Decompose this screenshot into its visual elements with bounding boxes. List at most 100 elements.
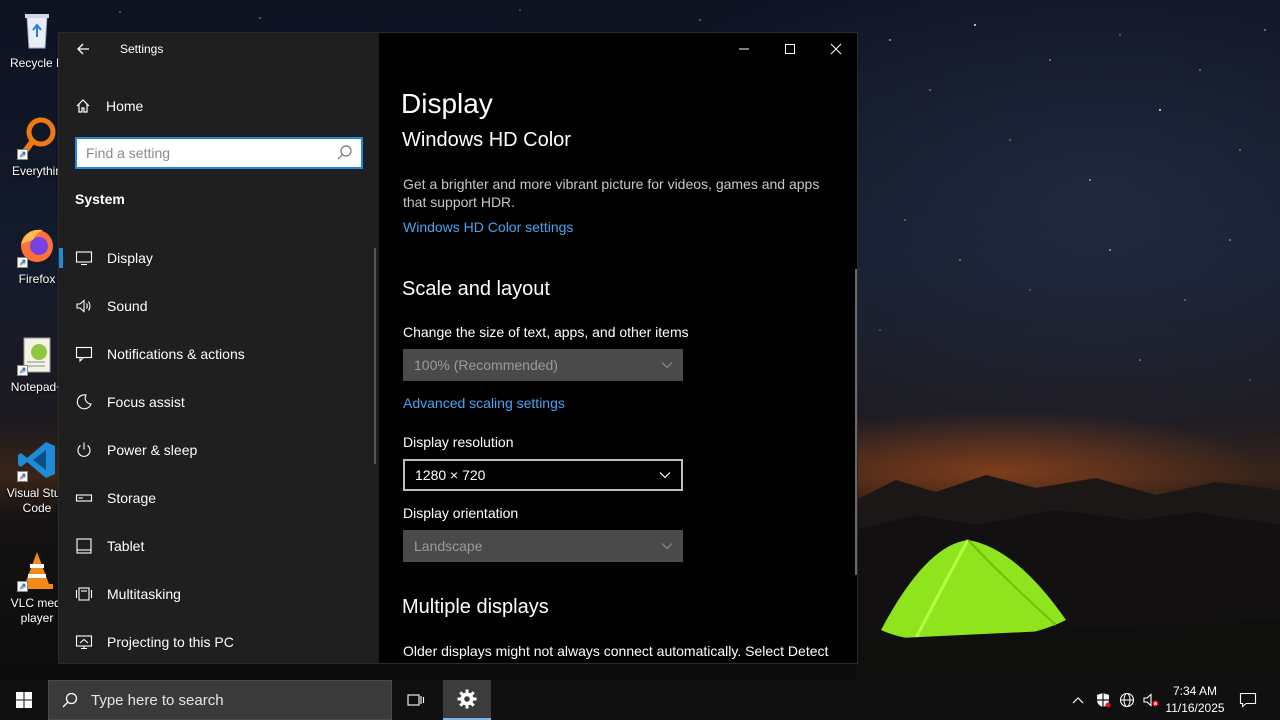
shortcut-arrow-icon: ↗ — [17, 149, 28, 160]
mountain-silhouette — [856, 475, 1280, 680]
sound-icon — [76, 299, 91, 313]
hdr-heading: Windows HD Color — [402, 129, 571, 151]
network-globe-icon — [1119, 692, 1135, 708]
settings-window: Settings Home System Display Sound Notif… — [58, 32, 858, 664]
search-icon — [62, 692, 78, 708]
orientation-value: Landscape — [414, 538, 483, 554]
start-button[interactable] — [0, 680, 48, 720]
taskbar: Type here to search 7:34 AM 11/16/2025 — [0, 680, 1280, 720]
search-input[interactable] — [77, 145, 333, 161]
sidebar-item-focus-assist[interactable]: Focus assist — [59, 378, 377, 426]
window-title: Settings — [120, 42, 164, 56]
sidebar-item-label: Display — [107, 250, 153, 266]
sidebar-item-label: Multitasking — [107, 586, 181, 602]
focus-assist-icon — [76, 394, 92, 410]
taskbar-search-placeholder: Type here to search — [91, 691, 224, 709]
power-icon — [77, 442, 91, 457]
content-scrollbar[interactable] — [855, 269, 857, 575]
title-bar[interactable]: Settings — [59, 33, 379, 65]
maximize-icon — [785, 44, 795, 54]
taskbar-search[interactable]: Type here to search — [48, 680, 392, 720]
orientation-dropdown[interactable]: Landscape — [403, 530, 683, 562]
shortcut-arrow-icon: ↗ — [17, 581, 28, 592]
sidebar-item-projecting[interactable]: Projecting to this PC — [59, 618, 377, 663]
hdr-description: Get a brighter and more vibrant picture … — [403, 176, 820, 210]
multiple-displays-heading: Multiple displays — [402, 596, 549, 618]
sidebar-item-label: Sound — [107, 298, 148, 314]
shortcut-arrow-icon: ↗ — [17, 365, 28, 376]
tray-security-button[interactable] — [1093, 690, 1113, 710]
search-icon[interactable] — [333, 141, 357, 165]
sidebar-nav: Display Sound Notifications & actions Fo… — [59, 234, 377, 663]
vscode-icon: ↗ — [15, 438, 59, 482]
back-button[interactable] — [71, 39, 95, 59]
storage-icon — [75, 494, 93, 502]
sidebar-item-sound[interactable]: Sound — [59, 282, 377, 330]
sidebar-item-label: Tablet — [107, 538, 145, 554]
orientation-label: Display orientation — [403, 505, 519, 521]
sidebar-item-label: Projecting to this PC — [107, 634, 234, 650]
gear-icon — [457, 689, 477, 709]
chevron-down-icon — [661, 543, 673, 550]
chevron-down-icon — [659, 472, 671, 479]
taskbar-clock[interactable]: 7:34 AM 11/16/2025 — [1160, 683, 1230, 717]
sidebar-item-storage[interactable]: Storage — [59, 474, 377, 522]
shield-icon — [1097, 693, 1111, 708]
caption-buttons — [721, 33, 857, 65]
maximize-button[interactable] — [767, 33, 813, 65]
home-icon — [76, 99, 90, 113]
clock-date: 11/16/2025 — [1165, 701, 1225, 715]
tray-volume-button[interactable] — [1141, 690, 1161, 710]
tray-network-button[interactable] — [1117, 690, 1137, 710]
resolution-value: 1280 × 720 — [415, 467, 486, 483]
scale-heading: Scale and layout — [402, 278, 550, 300]
clock-time: 7:34 AM — [1172, 684, 1218, 698]
content-pane: Display Windows HD Color Get a brighter … — [379, 33, 857, 663]
multitasking-icon — [75, 587, 93, 601]
sidebar-scrollbar[interactable] — [374, 248, 376, 464]
notification-center-icon — [1239, 692, 1257, 708]
task-view-icon — [407, 694, 425, 706]
hd-color-settings-link[interactable]: Windows HD Color settings — [403, 219, 573, 235]
section-label-system: System — [75, 191, 125, 207]
multiple-displays-description: Older displays might not always connect … — [403, 643, 829, 659]
advanced-scaling-link[interactable]: Advanced scaling settings — [403, 395, 565, 411]
sidebar-item-display[interactable]: Display — [59, 234, 377, 282]
home-label: Home — [106, 98, 144, 114]
chevron-down-icon — [661, 362, 673, 369]
sidebar-item-tablet[interactable]: Tablet — [59, 522, 377, 570]
shortcut-arrow-icon: ↗ — [17, 471, 28, 482]
sidebar-item-label: Focus assist — [107, 394, 185, 410]
resolution-label: Display resolution — [403, 434, 514, 450]
firefox-icon: ↗ — [15, 224, 59, 268]
close-button[interactable] — [813, 33, 857, 65]
sidebar-item-multitasking[interactable]: Multitasking — [59, 570, 377, 618]
minimize-button[interactable] — [721, 33, 767, 65]
close-icon — [830, 43, 842, 55]
sidebar-item-label: Storage — [107, 490, 157, 506]
tablet-icon — [76, 538, 92, 554]
task-view-button[interactable] — [392, 680, 440, 720]
sidebar-item-notifications[interactable]: Notifications & actions — [59, 330, 377, 378]
minimize-icon — [739, 48, 749, 50]
taskbar-settings-app[interactable] — [443, 680, 491, 720]
sidebar-item-label: Notifications & actions — [107, 346, 245, 362]
scale-dropdown[interactable]: 100% (Recommended) — [403, 349, 683, 381]
page-title: Display — [401, 88, 493, 119]
action-center-button[interactable] — [1238, 690, 1258, 710]
back-arrow-icon — [77, 43, 89, 55]
scale-value: 100% (Recommended) — [414, 357, 558, 373]
size-label: Change the size of text, apps, and other… — [403, 324, 689, 340]
search-box[interactable] — [75, 137, 363, 169]
sidebar-item-power-sleep[interactable]: Power & sleep — [59, 426, 377, 474]
sidebar-item-home[interactable]: Home — [75, 95, 143, 117]
vlc-icon: ↗ — [15, 548, 59, 592]
windows-logo-icon — [16, 692, 32, 708]
resolution-dropdown[interactable]: 1280 × 720 — [403, 459, 683, 491]
notepad-plus-plus-icon: ↗ — [15, 332, 59, 376]
tray-overflow-button[interactable] — [1068, 690, 1088, 710]
notifications-icon — [75, 346, 93, 363]
projecting-icon — [75, 635, 93, 650]
recycle-bin-icon — [15, 8, 59, 52]
sidebar-item-label: Power & sleep — [107, 442, 198, 458]
